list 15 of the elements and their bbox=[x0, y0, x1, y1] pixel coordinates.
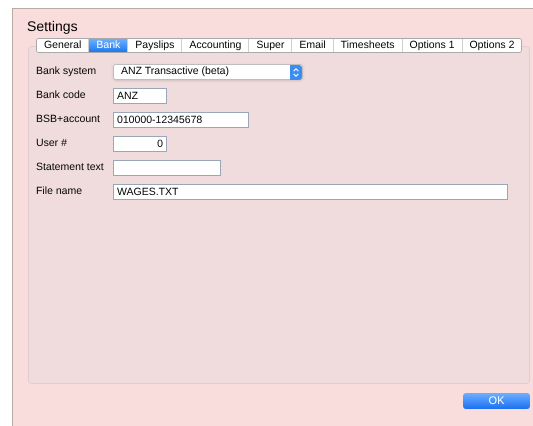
field-label: Bank system bbox=[36, 64, 98, 80]
field-label: Bank code bbox=[36, 88, 87, 104]
field-label: Statement text bbox=[36, 160, 105, 176]
field-label: File name bbox=[36, 184, 84, 200]
stepper-arrows-icon bbox=[290, 64, 302, 80]
window-title: Settings bbox=[27, 17, 79, 35]
tab[interactable]: Options 2 bbox=[462, 39, 522, 52]
bank-system-dropdown[interactable]: ANZ Transactive (beta) bbox=[113, 64, 303, 80]
input-field[interactable]: 0 bbox=[113, 136, 167, 152]
field-label: User # bbox=[36, 136, 68, 152]
input-field[interactable]: WAGES.TXT bbox=[113, 184, 508, 200]
input-field[interactable]: ANZ bbox=[113, 88, 167, 104]
input-field[interactable]: 010000-12345678 bbox=[113, 112, 249, 128]
input-field[interactable] bbox=[113, 160, 221, 176]
field-label: BSB+account bbox=[36, 112, 101, 128]
